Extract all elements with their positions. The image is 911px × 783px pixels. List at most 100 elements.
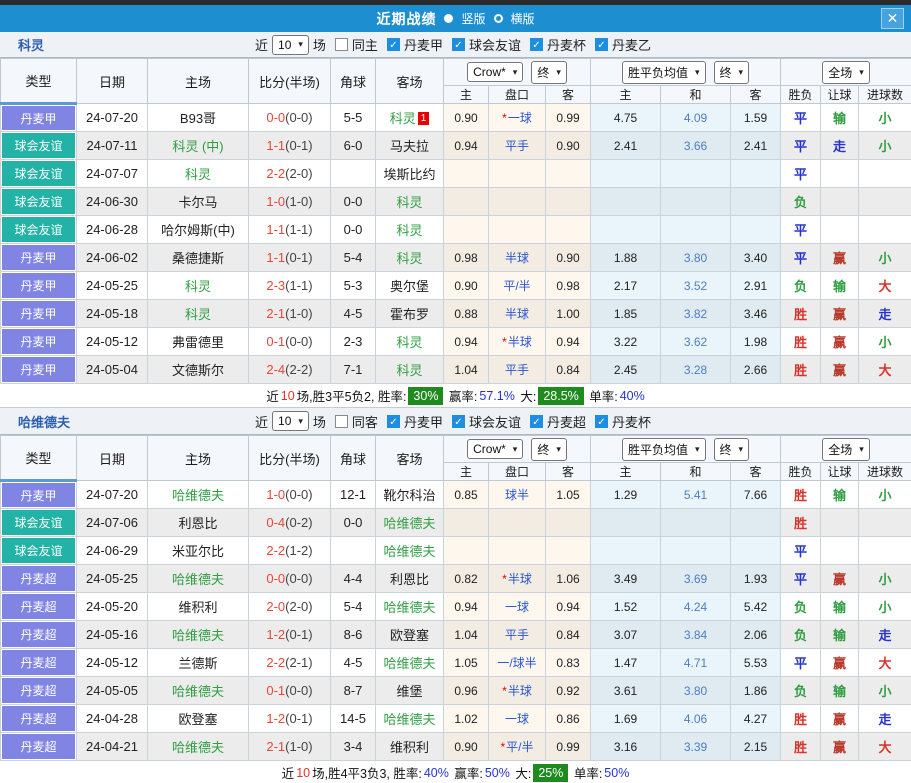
corner-cell: 12-1 — [331, 481, 376, 509]
league-checkbox[interactable]: ✓ — [530, 38, 543, 51]
halftime-score: (0-1) — [285, 138, 312, 153]
vertical-layout-radio[interactable] — [444, 14, 453, 23]
avg-draw-cell: 4.71 — [661, 649, 731, 677]
league-checkbox[interactable]: ✓ — [452, 415, 465, 428]
date-cell: 24-05-05 — [77, 677, 148, 705]
league-checkbox-label: 丹麦甲 — [404, 35, 443, 54]
col-header-avg-draw: 和 — [661, 463, 731, 481]
chevron-down-icon: ▾ — [513, 444, 518, 455]
home-team-cell: 哈维德夫 — [148, 565, 249, 593]
result-text: 小 — [879, 684, 892, 699]
fulltime-score: 0-4 — [266, 515, 285, 530]
goals-result-cell: 走 — [859, 621, 911, 649]
handicap-name: 平/半 — [506, 740, 533, 754]
col-header-home: 主场 — [148, 436, 249, 481]
result-cell: 平 — [781, 104, 821, 132]
avg-draw-value: 3.62 — [684, 335, 707, 349]
handicap-cell: 一球 — [489, 705, 546, 733]
near-count-select[interactable]: 10▾ — [272, 35, 309, 55]
league-checkbox[interactable]: ✓ — [595, 38, 608, 51]
same-venue-checkbox[interactable] — [335, 415, 348, 428]
date-cell: 24-05-18 — [77, 300, 148, 328]
halftime-score: (0-0) — [285, 487, 312, 502]
col-header-type: 类型 — [1, 436, 77, 481]
vertical-layout-label[interactable]: 竖版 — [461, 10, 485, 27]
result-cell: 平 — [781, 244, 821, 272]
avg-home-cell: 1.85 — [591, 300, 661, 328]
avg-away-cell: 2.41 — [731, 132, 781, 160]
avg-home-cell: 3.49 — [591, 565, 661, 593]
col-header-home: 主场 — [148, 59, 249, 104]
avg-odds-select[interactable]: 胜平负均值▾ — [622, 61, 706, 84]
league-checkbox[interactable]: ✓ — [452, 38, 465, 51]
horizontal-layout-radio[interactable] — [494, 14, 503, 23]
bookmaker-select[interactable]: Crow*▾ — [467, 62, 523, 82]
league-cell: 丹麦甲 — [1, 104, 77, 132]
league-checkbox-label: 丹麦超 — [547, 412, 586, 431]
final-avg-select[interactable]: 终▾ — [714, 438, 750, 461]
avg-odds-select[interactable]: 胜平负均值▾ — [622, 438, 706, 461]
avg-select-group: 胜平负均值▾ 终▾ — [591, 59, 781, 86]
handicap-cell: 平手 — [489, 132, 546, 160]
home-team-name: 桑德捷斯 — [172, 251, 224, 266]
away-odds-cell: 0.90 — [546, 244, 591, 272]
full-match-select[interactable]: 全场▾ — [822, 61, 870, 84]
fulltime-score: 2-1 — [266, 306, 285, 321]
near-count-select[interactable]: 10▾ — [272, 411, 309, 431]
bookmaker-select[interactable]: Crow*▾ — [467, 439, 523, 459]
league-checkbox-label: 球会友谊 — [469, 35, 521, 54]
league-cell: 丹麦甲 — [1, 300, 77, 328]
home-team-name: 利恩比 — [178, 516, 217, 531]
away-team-name: 科灵 — [396, 251, 422, 266]
avg-draw-cell: 3.62 — [661, 328, 731, 356]
summary-part: 50% — [485, 766, 510, 780]
away-team-cell: 哈维德夫 — [376, 593, 444, 621]
avg-home-cell: 1.88 — [591, 244, 661, 272]
away-team-name: 哈维德夫 — [383, 656, 435, 671]
date-cell: 24-04-28 — [77, 705, 148, 733]
league-cell: 丹麦甲 — [1, 272, 77, 300]
full-match-select[interactable]: 全场▾ — [822, 438, 870, 461]
away-team-cell: 埃斯比约 — [376, 160, 444, 188]
league-cell: 丹麦超 — [1, 593, 77, 621]
handicap-result-cell: 输 — [821, 593, 859, 621]
filter-controls: 近10▾场同主✓丹麦甲✓球会友谊✓丹麦杯✓丹麦乙 — [255, 35, 656, 55]
summary-part: 40% — [620, 389, 645, 403]
summary-part: 场,胜3平5负2, 胜率: — [297, 386, 407, 405]
away-team-cell: 科灵 — [376, 328, 444, 356]
league-cell: 球会友谊 — [1, 537, 77, 565]
league-tag: 球会友谊 — [2, 161, 75, 186]
final-odds-select[interactable]: 终▾ — [531, 61, 567, 84]
close-icon[interactable]: ✕ — [881, 8, 904, 29]
avg-home-cell — [591, 216, 661, 244]
league-checkbox[interactable]: ✓ — [387, 415, 400, 428]
avg-away-cell: 1.59 — [731, 104, 781, 132]
avg-away-cell — [731, 509, 781, 537]
final-odds-select[interactable]: 终▾ — [531, 438, 567, 461]
date-cell: 24-07-06 — [77, 509, 148, 537]
result-text: 小 — [879, 335, 892, 350]
home-odds-cell: 0.94 — [444, 132, 489, 160]
result-text: 赢 — [833, 335, 846, 350]
league-checkbox[interactable]: ✓ — [595, 415, 608, 428]
halftime-score: (1-2) — [285, 543, 312, 558]
result-text: 胜 — [794, 740, 807, 755]
horizontal-layout-label[interactable]: 横版 — [511, 10, 535, 27]
away-odds-cell: 1.00 — [546, 300, 591, 328]
league-checkbox[interactable]: ✓ — [530, 415, 543, 428]
final-avg-select[interactable]: 终▾ — [714, 61, 750, 84]
result-text: 负 — [794, 628, 807, 643]
handicap-result-cell: 输 — [821, 621, 859, 649]
away-team-cell: 科灵1 — [376, 104, 444, 132]
away-team-name: 埃斯比约 — [383, 167, 435, 182]
league-tag: 丹麦超 — [2, 734, 75, 759]
date-cell: 24-05-16 — [77, 621, 148, 649]
goals-result-cell: 小 — [859, 593, 911, 621]
avg-away-cell: 5.42 — [731, 593, 781, 621]
home-odds-cell: 0.94 — [444, 328, 489, 356]
same-venue-checkbox[interactable] — [335, 38, 348, 51]
league-checkbox[interactable]: ✓ — [387, 38, 400, 51]
away-team-cell: 哈维德夫 — [376, 537, 444, 565]
summary-part: 单率: — [570, 763, 602, 782]
corner-cell: 0-0 — [331, 188, 376, 216]
